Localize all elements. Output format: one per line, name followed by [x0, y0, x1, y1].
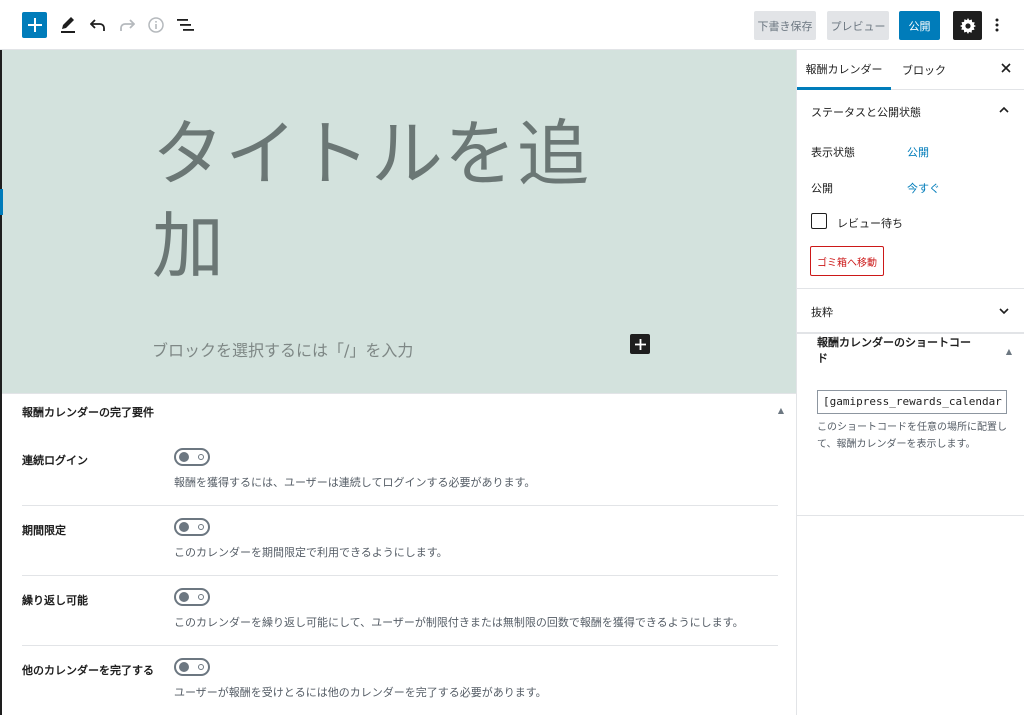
requirement-label: 繰り返し可能 — [22, 594, 88, 607]
info-icon — [148, 17, 164, 33]
redo-icon — [120, 19, 135, 31]
metabox-header[interactable]: 報酬カレンダーの完了要件 — [22, 404, 782, 424]
close-sidebar-button[interactable] — [1001, 61, 1011, 77]
requirement-row: 他のカレンダーを完了する ユーザーが報酬を受けとるには他のカレンダーを完了する必… — [22, 646, 778, 715]
preview-button[interactable]: プレビュー — [827, 11, 889, 40]
settings-sidebar: 報酬カレンダー ブロック ステータスと公開状態 表示状態 公開 公開 今すぐ レ… — [796, 50, 1024, 715]
save-draft-button[interactable]: 下書き保存 — [754, 11, 816, 40]
visibility-value-link[interactable]: 公開 — [907, 144, 929, 160]
gear-icon — [959, 17, 976, 34]
close-icon — [1001, 63, 1011, 73]
undo-button[interactable] — [86, 13, 110, 37]
visibility-label: 表示状態 — [811, 146, 855, 159]
chevron-up-icon[interactable] — [997, 103, 1011, 117]
plus-icon — [634, 338, 646, 350]
plus-icon — [27, 18, 42, 32]
publish-button[interactable]: 公開 — [899, 11, 940, 40]
inline-add-block-button[interactable] — [630, 334, 650, 354]
shortcode-panel-title[interactable]: 報酬カレンダーのショートコード — [817, 335, 977, 367]
requirement-description: ユーザーが報酬を受けとるには他のカレンダーを完了する必要があります。 — [174, 686, 547, 699]
requirements-metabox: 報酬カレンダーの完了要件 ▲ 連続ログイン 報酬を獲得するには、ユーザーは連続し… — [2, 393, 796, 715]
requirement-row: 期間限定 このカレンダーを期間限定で利用できるようにします。 — [22, 506, 778, 576]
add-block-button[interactable] — [22, 12, 47, 38]
pending-review-checkbox[interactable] — [811, 213, 827, 229]
more-vertical-icon — [995, 18, 999, 32]
requirement-toggle[interactable] — [174, 658, 210, 676]
sidebar-tabs: 報酬カレンダー ブロック — [797, 50, 1024, 90]
list-view-icon — [176, 19, 194, 31]
requirement-description: このカレンダーを期間限定で利用できるようにします。 — [174, 546, 448, 559]
undo-icon — [90, 19, 105, 31]
tools-button[interactable] — [56, 13, 80, 37]
requirement-label: 期間限定 — [22, 524, 66, 537]
editor-content: タイトルを追加 ブロックを選択するには「/」を入力 報酬カレンダーの完了要件 ▲… — [0, 50, 796, 715]
excerpt-panel[interactable]: 抜粋 — [797, 289, 1024, 333]
default-block-appender[interactable]: ブロックを選択するには「/」を入力 — [152, 337, 413, 361]
requirement-label: 連続ログイン — [22, 454, 88, 467]
editor-canvas: タイトルを追加 ブロックを選択するには「/」を入力 — [2, 50, 796, 393]
shortcode-description: このショートコードを任意の場所に配置して、報酬カレンダーを表示します。 — [817, 422, 1007, 450]
triangle-up-icon[interactable]: ▲ — [1006, 347, 1012, 356]
requirement-row: 連続ログイン 報酬を獲得するには、ユーザーは連続してログインする必要があります。 — [22, 436, 778, 506]
editor-header: 下書き保存 プレビュー 公開 — [0, 0, 1024, 50]
pending-review-label[interactable]: レビュー待ち — [837, 215, 903, 231]
tab-block[interactable]: ブロック — [891, 50, 957, 90]
requirement-row: 繰り返し可能 このカレンダーを繰り返し可能にして、ユーザーが制限付きまたは無制限… — [22, 576, 778, 646]
tab-rewards-calendar[interactable]: 報酬カレンダー — [797, 50, 891, 90]
requirement-description: このカレンダーを繰り返し可能にして、ユーザーが制限付きまたは無制限の回数で報酬を… — [174, 616, 744, 629]
redo-button[interactable] — [115, 13, 139, 37]
more-options-button[interactable] — [988, 13, 1006, 37]
chevron-down-icon — [999, 308, 1009, 315]
pencil-icon — [61, 17, 75, 33]
status-visibility-panel: ステータスと公開状態 表示状態 公開 公開 今すぐ レビュー待ち ゴミ箱へ移動 — [797, 90, 1024, 289]
panel-title: 抜粋 — [811, 306, 833, 319]
panel-title[interactable]: ステータスと公開状態 — [811, 104, 921, 120]
publish-date-link[interactable]: 今すぐ — [907, 180, 940, 196]
publish-label: 公開 — [811, 182, 833, 195]
requirement-toggle[interactable] — [174, 588, 210, 606]
settings-button[interactable] — [953, 11, 982, 40]
requirement-label: 他のカレンダーを完了する — [22, 664, 154, 677]
selection-marker — [0, 189, 3, 215]
metabox-title: 報酬カレンダーの完了要件 — [22, 406, 154, 419]
post-title-input[interactable]: タイトルを追加 — [152, 108, 632, 292]
triangle-up-icon[interactable]: ▲ — [778, 406, 784, 415]
move-to-trash-button[interactable]: ゴミ箱へ移動 — [810, 246, 884, 276]
requirement-toggle[interactable] — [174, 448, 210, 466]
shortcode-field[interactable]: [gamipress_rewards_calendar id= — [817, 390, 1007, 414]
info-button[interactable] — [144, 13, 168, 37]
list-view-button[interactable] — [173, 13, 197, 37]
requirement-toggle[interactable] — [174, 518, 210, 536]
requirement-description: 報酬を獲得するには、ユーザーは連続してログインする必要があります。 — [174, 476, 536, 489]
